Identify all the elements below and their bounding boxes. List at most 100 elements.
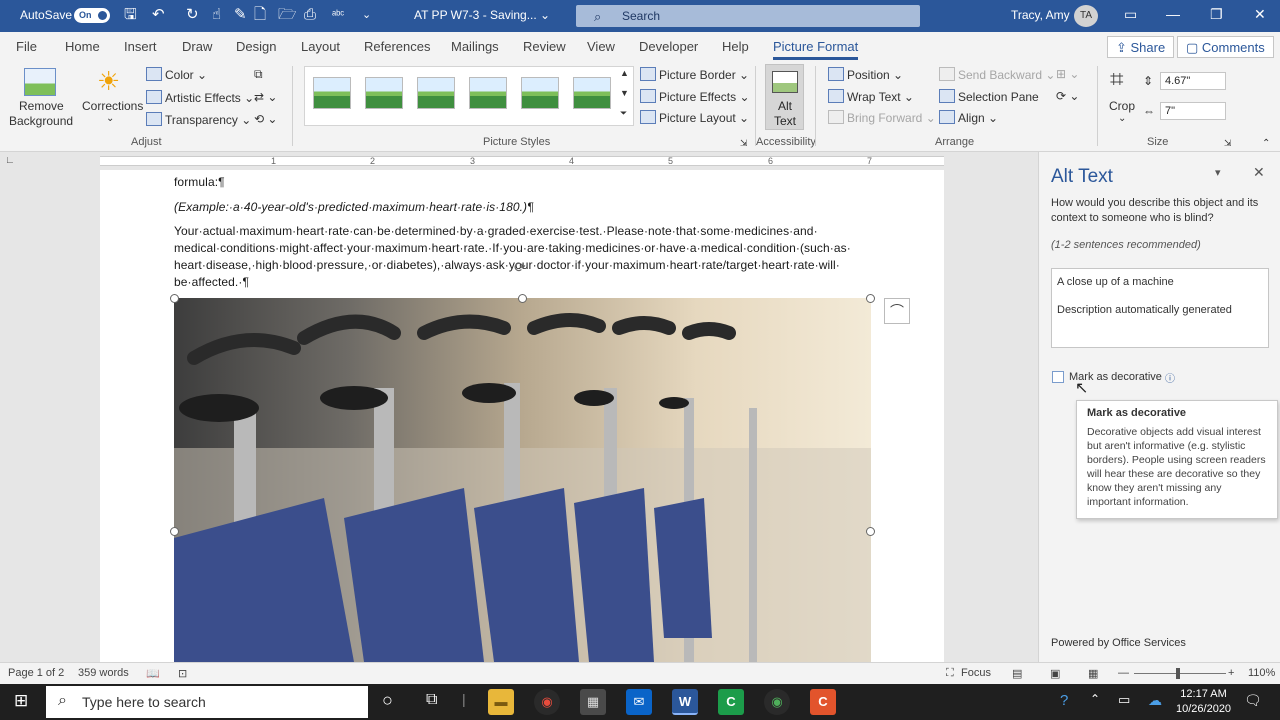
tab-picture-format[interactable]: Picture Format xyxy=(773,39,859,60)
zoom-out-icon[interactable]: — xyxy=(1118,667,1129,679)
battery-icon[interactable]: ▭ xyxy=(1118,692,1130,708)
align-button[interactable]: Align ⌄ xyxy=(939,110,998,125)
picture-styles-launcher-icon[interactable]: ⇲ xyxy=(740,138,748,149)
bring-forward-button[interactable]: Bring Forward ⌄ xyxy=(828,110,936,125)
resize-handle[interactable] xyxy=(866,294,875,303)
vertical-ruler[interactable] xyxy=(0,170,18,662)
tab-mailings[interactable]: Mailings xyxy=(451,39,499,54)
touch-mode-icon[interactable]: ☝ xyxy=(212,7,221,23)
wrap-text-button[interactable]: Wrap Text ⌄ xyxy=(828,89,914,104)
focus-icon[interactable]: ⛶ xyxy=(946,667,954,680)
customize-qat-icon[interactable]: ⌄ xyxy=(362,7,371,23)
picture-style-thumbnail[interactable] xyxy=(313,77,351,109)
picture-style-thumbnail[interactable] xyxy=(469,77,507,109)
picture-layout-button[interactable]: Picture Layout ⌄ xyxy=(640,110,749,125)
gallery-scroll-down-icon[interactable]: ▼ xyxy=(620,88,629,98)
transparency-button[interactable]: Transparency ⌄ xyxy=(146,112,251,127)
document-page[interactable]: formula:¶ (Example:·a·40-year-old's·pred… xyxy=(100,170,944,662)
calculator-icon[interactable]: ▦ xyxy=(580,689,606,715)
collapse-ribbon-icon[interactable]: ⌃ xyxy=(1262,138,1270,149)
group-icon[interactable]: ⊞ ⌄ xyxy=(1056,67,1079,81)
document-title[interactable]: AT PP W7-3 - Saving... ⌄ xyxy=(414,8,550,22)
undo-icon[interactable]: ↶ xyxy=(152,7,165,23)
picture-style-thumbnail[interactable] xyxy=(417,77,455,109)
help-tray-icon[interactable]: ? xyxy=(1060,692,1068,709)
resize-handle[interactable] xyxy=(518,294,527,303)
picture-border-button[interactable]: Picture Border ⌄ xyxy=(640,67,749,82)
proofing-icon[interactable]: 📖 xyxy=(146,667,160,680)
tab-layout[interactable]: Layout xyxy=(301,39,340,54)
remove-background-label-1[interactable]: Remove xyxy=(19,99,64,113)
redo-icon[interactable]: ↻ xyxy=(186,7,199,23)
comments-button[interactable]: ▢ Comments xyxy=(1177,36,1274,58)
format-painter-icon[interactable]: ✎ xyxy=(234,7,247,23)
chrome-profile-icon[interactable]: ◉ xyxy=(764,689,790,715)
zoom-slider-thumb[interactable] xyxy=(1176,668,1180,679)
pane-options-icon[interactable]: ▾ xyxy=(1215,166,1221,179)
web-layout-icon[interactable]: ▦ xyxy=(1088,667,1098,680)
crop-button[interactable]: Crop xyxy=(1109,99,1135,113)
read-mode-icon[interactable]: ▤ xyxy=(1012,667,1022,680)
width-input[interactable]: 7" xyxy=(1160,102,1226,120)
layout-options-button[interactable]: ⌒ xyxy=(884,298,910,324)
camtasia-icon[interactable]: C xyxy=(718,689,744,715)
rotate-icon[interactable]: ⟳ ⌄ xyxy=(1056,89,1079,103)
notifications-icon[interactable]: 🗨 xyxy=(1244,692,1262,709)
picture-effects-button[interactable]: Picture Effects ⌄ xyxy=(640,89,750,104)
resize-handle[interactable] xyxy=(170,294,179,303)
close-icon[interactable]: ✕ xyxy=(1254,6,1266,23)
artistic-effects-button[interactable]: Artistic Effects ⌄ xyxy=(146,90,254,105)
onedrive-icon[interactable]: ☁ xyxy=(1148,692,1162,709)
file-explorer-icon[interactable]: ▬ xyxy=(488,689,514,715)
word-count[interactable]: 359 words xyxy=(78,667,129,679)
avatar[interactable]: TA xyxy=(1074,5,1098,27)
tab-developer[interactable]: Developer xyxy=(639,39,698,54)
alt-text-button[interactable]: Alt Text xyxy=(765,64,804,130)
gallery-more-icon[interactable]: ⏷ xyxy=(620,108,627,119)
gallery-scroll-up-icon[interactable]: ▲ xyxy=(620,68,629,78)
minimize-icon[interactable]: — xyxy=(1166,6,1180,22)
change-picture-icon[interactable]: ⇄ ⌄ xyxy=(254,90,277,104)
zoom-in-icon[interactable]: + xyxy=(1228,667,1234,679)
height-input[interactable]: 4.67" xyxy=(1160,72,1226,90)
info-icon[interactable]: ⓘ xyxy=(1165,370,1175,385)
tab-file[interactable]: File xyxy=(16,39,37,54)
compress-pictures-icon[interactable]: ⧉ xyxy=(254,67,263,82)
mail-icon[interactable]: ✉ xyxy=(626,689,652,715)
corrections-dropdown-icon[interactable]: ⌄ xyxy=(106,113,114,124)
color-button[interactable]: Color ⌄ xyxy=(146,67,207,82)
corrections-icon[interactable]: ☀ xyxy=(97,66,120,97)
tab-view[interactable]: View xyxy=(587,39,615,54)
rotate-handle-icon[interactable]: ⟳ xyxy=(514,259,526,276)
reset-picture-icon[interactable]: ⟲ ⌄ xyxy=(254,112,277,126)
zoom-level[interactable]: 110% xyxy=(1248,667,1275,679)
picture-style-thumbnail[interactable] xyxy=(521,77,559,109)
ribbon-display-icon[interactable]: ▭ xyxy=(1124,6,1137,23)
print-preview-icon[interactable]: ⎙ xyxy=(304,7,316,23)
camtasia-recorder-icon[interactable]: C xyxy=(810,689,836,715)
windows-start-icon[interactable]: ⊞ xyxy=(14,691,28,711)
chrome-icon[interactable]: ◉ xyxy=(534,689,560,715)
word-icon[interactable]: W xyxy=(672,689,698,715)
search-box[interactable]: ⌕ Search xyxy=(576,5,920,27)
tab-references[interactable]: References xyxy=(364,39,430,54)
tab-insert[interactable]: Insert xyxy=(124,39,157,54)
user-name[interactable]: Tracy, Amy xyxy=(1011,8,1070,22)
spin-bike-photo[interactable] xyxy=(174,298,871,662)
remove-background-icon[interactable] xyxy=(24,68,56,96)
print-layout-icon[interactable]: ▣ xyxy=(1050,667,1060,680)
picture-style-thumbnail[interactable] xyxy=(573,77,611,109)
task-view-icon[interactable]: ⧉ xyxy=(426,691,437,709)
page-count[interactable]: Page 1 of 2 xyxy=(8,667,64,679)
crop-icon[interactable]: ⌗ xyxy=(1110,66,1124,94)
selection-pane-button[interactable]: Selection Pane xyxy=(939,89,1039,104)
new-document-icon[interactable]: 🗋 xyxy=(254,7,266,23)
picture-style-thumbnail[interactable] xyxy=(365,77,403,109)
resize-handle[interactable] xyxy=(170,527,179,536)
crop-dropdown-icon[interactable]: ⌄ xyxy=(1118,113,1126,124)
tab-selector-icon[interactable]: ∟ xyxy=(5,155,15,166)
restore-icon[interactable]: ❐ xyxy=(1210,6,1223,23)
size-launcher-icon[interactable]: ⇲ xyxy=(1224,138,1232,149)
share-button[interactable]: ⇪ Share xyxy=(1107,36,1175,58)
pane-close-icon[interactable]: ✕ xyxy=(1253,164,1265,181)
